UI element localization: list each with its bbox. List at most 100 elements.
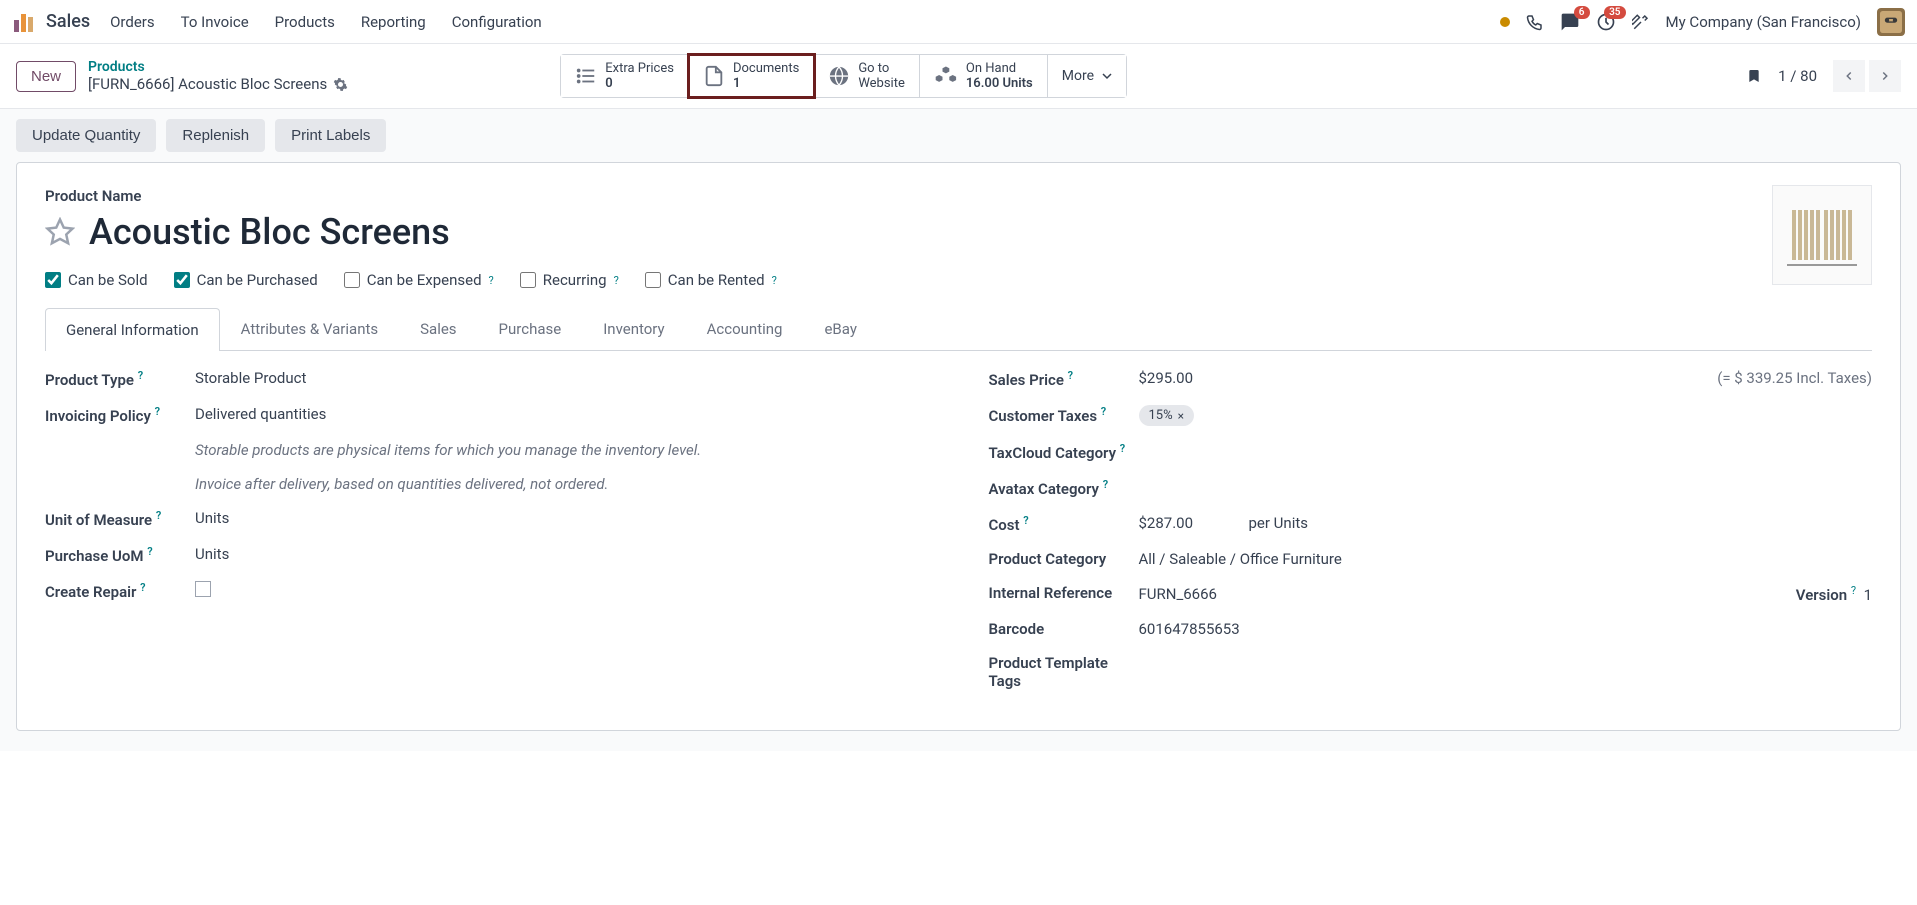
uom-label: Unit of Measure bbox=[45, 511, 152, 529]
menu-reporting[interactable]: Reporting bbox=[361, 13, 426, 31]
hint-text: Storable products are physical items for… bbox=[195, 441, 755, 459]
gear-icon[interactable] bbox=[333, 77, 348, 92]
can-be-sold-checkbox[interactable]: Can be Sold bbox=[45, 271, 148, 289]
product-image[interactable] bbox=[1772, 185, 1872, 285]
documents-label: Documents bbox=[733, 61, 799, 76]
help-icon[interactable]: ? bbox=[614, 274, 619, 287]
tab-inventory[interactable]: Inventory bbox=[582, 307, 685, 350]
action-bar: Update Quantity Replenish Print Labels bbox=[0, 108, 1917, 162]
help-icon[interactable]: ? bbox=[155, 405, 160, 418]
product-name[interactable]: Acoustic Bloc Screens bbox=[89, 211, 450, 253]
create-repair-checkbox[interactable] bbox=[195, 581, 211, 597]
tab-general-information[interactable]: General Information bbox=[45, 308, 220, 351]
pager-text[interactable]: 1 / 80 bbox=[1778, 67, 1817, 85]
help-icon[interactable]: ? bbox=[489, 274, 494, 287]
onhand-button[interactable]: On Hand16.00 Units bbox=[920, 55, 1048, 97]
help-icon[interactable]: ? bbox=[1120, 442, 1125, 455]
pager-group: 1 / 80 bbox=[1746, 60, 1901, 92]
user-avatar[interactable] bbox=[1877, 8, 1905, 36]
invoicing-policy-value[interactable]: Delivered quantities bbox=[195, 405, 929, 425]
help-icon[interactable]: ? bbox=[1068, 369, 1073, 382]
onhand-value: 16.00 Units bbox=[966, 76, 1033, 91]
update-quantity-button[interactable]: Update Quantity bbox=[16, 119, 156, 152]
more-button[interactable]: More bbox=[1048, 55, 1126, 97]
cost-value[interactable]: $287.00 bbox=[1139, 514, 1249, 532]
can-be-purchased-checkbox[interactable]: Can be Purchased bbox=[174, 271, 318, 289]
sales-price-label: Sales Price bbox=[989, 371, 1064, 389]
internal-reference-value[interactable]: FURN_6666 bbox=[1139, 585, 1217, 603]
version-label: Version bbox=[1796, 586, 1847, 604]
uom-value[interactable]: Units bbox=[195, 509, 929, 529]
tab-purchase[interactable]: Purchase bbox=[478, 307, 583, 350]
cost-label: Cost bbox=[989, 516, 1020, 534]
favorite-star-icon[interactable] bbox=[45, 217, 75, 247]
product-category-label: Product Category bbox=[989, 550, 1139, 568]
extra-prices-label: Extra Prices bbox=[605, 61, 674, 76]
menu-orders[interactable]: Orders bbox=[110, 13, 155, 31]
help-icon[interactable]: ? bbox=[1103, 478, 1108, 491]
help-icon[interactable]: ? bbox=[140, 581, 145, 594]
goto-label-2: Website bbox=[858, 76, 905, 91]
can-be-expensed-checkbox[interactable]: Can be Expensed? bbox=[344, 271, 494, 289]
recurring-checkbox[interactable]: Recurring? bbox=[520, 271, 619, 289]
chat-icon[interactable]: 6 bbox=[1560, 12, 1580, 32]
phone-icon[interactable] bbox=[1526, 13, 1544, 31]
help-icon[interactable]: ? bbox=[1851, 584, 1856, 597]
company-selector[interactable]: My Company (San Francisco) bbox=[1666, 13, 1861, 31]
status-dot-icon bbox=[1500, 17, 1510, 27]
menu-to-invoice[interactable]: To Invoice bbox=[181, 13, 249, 31]
stat-buttons: Extra Prices0 Documents1 Go toWebsite On… bbox=[560, 54, 1127, 98]
bookmark-icon[interactable] bbox=[1746, 66, 1762, 86]
help-icon[interactable]: ? bbox=[156, 509, 161, 522]
tax-tag[interactable]: 15%× bbox=[1139, 405, 1195, 426]
product-options: Can be Sold Can be Purchased Can be Expe… bbox=[45, 271, 1872, 289]
taxcloud-value[interactable] bbox=[1139, 442, 1873, 462]
product-type-label: Product Type bbox=[45, 371, 134, 389]
pager-prev-button[interactable] bbox=[1833, 60, 1865, 92]
tab-accounting[interactable]: Accounting bbox=[686, 307, 804, 350]
globe-icon bbox=[828, 65, 850, 87]
remove-tag-icon[interactable]: × bbox=[1178, 409, 1184, 423]
documents-button[interactable]: Documents1 bbox=[689, 55, 814, 97]
boxes-icon bbox=[934, 64, 958, 88]
help-icon[interactable]: ? bbox=[1101, 405, 1106, 418]
avatax-value[interactable] bbox=[1139, 478, 1873, 498]
barcode-label: Barcode bbox=[989, 620, 1139, 638]
help-icon[interactable]: ? bbox=[772, 274, 777, 287]
product-category-value[interactable]: All / Saleable / Office Furniture bbox=[1139, 550, 1873, 568]
tab-sales[interactable]: Sales bbox=[399, 307, 477, 350]
sales-price-value[interactable]: $295.00 bbox=[1139, 369, 1194, 387]
extra-prices-button[interactable]: Extra Prices0 bbox=[561, 55, 689, 97]
version-value[interactable]: 1 bbox=[1864, 586, 1872, 604]
replenish-button[interactable]: Replenish bbox=[166, 119, 265, 152]
menu-products[interactable]: Products bbox=[275, 13, 335, 31]
goto-website-button[interactable]: Go toWebsite bbox=[814, 55, 920, 97]
menu-configuration[interactable]: Configuration bbox=[452, 13, 542, 31]
purchase-uom-label: Purchase UoM bbox=[45, 547, 143, 565]
goto-label-1: Go to bbox=[858, 61, 905, 76]
pager-next-button[interactable] bbox=[1869, 60, 1901, 92]
caret-down-icon bbox=[1102, 71, 1112, 81]
can-be-rented-checkbox[interactable]: Can be Rented? bbox=[645, 271, 777, 289]
invoicing-policy-label: Invoicing Policy bbox=[45, 407, 151, 425]
new-button[interactable]: New bbox=[16, 61, 76, 92]
avatax-label: Avatax Category bbox=[989, 480, 1100, 498]
purchase-uom-value[interactable]: Units bbox=[195, 545, 929, 565]
product-type-value[interactable]: Storable Product bbox=[195, 369, 929, 389]
app-name[interactable]: Sales bbox=[46, 11, 90, 32]
tab-ebay[interactable]: eBay bbox=[803, 307, 877, 350]
customer-taxes-label: Customer Taxes bbox=[989, 407, 1098, 425]
product-tags-value[interactable] bbox=[1139, 654, 1873, 690]
help-icon[interactable]: ? bbox=[147, 545, 152, 558]
breadcrumb-row: New Products [FURN_6666] Acoustic Bloc S… bbox=[0, 44, 1917, 108]
breadcrumb-current: [FURN_6666] Acoustic Bloc Screens bbox=[88, 75, 327, 93]
help-icon[interactable]: ? bbox=[138, 369, 143, 382]
barcode-value[interactable]: 601647855653 bbox=[1139, 620, 1873, 638]
tab-attributes-variants[interactable]: Attributes & Variants bbox=[220, 307, 399, 350]
clock-icon[interactable]: 35 bbox=[1596, 12, 1616, 32]
breadcrumb-parent[interactable]: Products bbox=[88, 59, 348, 75]
print-labels-button[interactable]: Print Labels bbox=[275, 119, 386, 152]
taxcloud-label: TaxCloud Category bbox=[989, 444, 1117, 462]
tools-icon[interactable] bbox=[1632, 13, 1650, 31]
help-icon[interactable]: ? bbox=[1023, 514, 1028, 527]
